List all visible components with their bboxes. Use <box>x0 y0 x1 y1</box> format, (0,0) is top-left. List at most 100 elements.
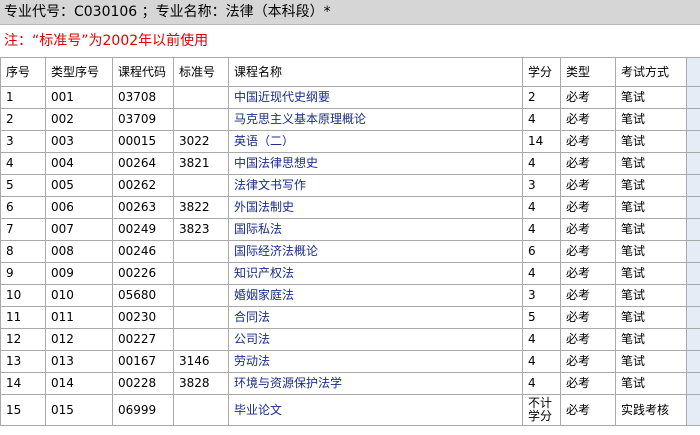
credits-cell: 5 <box>522 306 561 329</box>
exam-method-cell: 笔试 <box>615 152 687 175</box>
course-name-link[interactable]: 毕业论文 <box>228 394 523 426</box>
standard-no-cell: 3828 <box>173 372 229 395</box>
standard-no-cell <box>173 284 229 307</box>
course-name-link[interactable]: 国际经济法概论 <box>228 240 523 263</box>
type-cell: 必考 <box>560 196 616 219</box>
column-header-course-code: 课程代码 <box>112 57 174 87</box>
course-name-link[interactable]: 英语（二） <box>228 130 523 153</box>
course-name-link[interactable]: 环境与资源保护法学 <box>228 372 523 395</box>
table-edge-cell <box>686 306 700 329</box>
course-name-link[interactable]: 合同法 <box>228 306 523 329</box>
credits-cell: 4 <box>522 328 561 351</box>
standard-no-cell <box>173 108 229 131</box>
type-cell: 必考 <box>560 262 616 285</box>
type-seq-cell: 001 <box>45 86 113 109</box>
standard-no-cell: 3821 <box>173 152 229 175</box>
exam-method-cell: 笔试 <box>615 130 687 153</box>
standard-no-cell: 3022 <box>173 130 229 153</box>
table-edge-cell <box>686 262 700 285</box>
course-code-cell: 06999 <box>112 394 174 426</box>
standard-no-cell: 3823 <box>173 218 229 241</box>
seq-cell: 13 <box>0 350 46 373</box>
table-row: 4 004 00264 3821 中国法律思想史 4 必考 笔试 <box>0 152 700 175</box>
exam-method-cell: 笔试 <box>615 262 687 285</box>
table-edge-cell <box>686 284 700 307</box>
course-name-link[interactable]: 国际私法 <box>228 218 523 241</box>
exam-method-cell: 笔试 <box>615 108 687 131</box>
table-edge-cell <box>686 57 700 87</box>
course-name-link[interactable]: 公司法 <box>228 328 523 351</box>
standard-no-cell <box>173 240 229 263</box>
type-cell: 必考 <box>560 130 616 153</box>
column-header-exam-method: 考试方式 <box>615 57 687 87</box>
table-edge-cell <box>686 86 700 109</box>
standard-number-note: 注：“标准号”为2002年以前使用 <box>0 26 700 56</box>
type-seq-cell: 014 <box>45 372 113 395</box>
credits-cell: 2 <box>522 86 561 109</box>
standard-no-cell <box>173 394 229 426</box>
type-cell: 必考 <box>560 108 616 131</box>
course-name-link[interactable]: 中国近现代史纲要 <box>228 86 523 109</box>
course-name-link[interactable]: 婚姻家庭法 <box>228 284 523 307</box>
exam-method-cell: 笔试 <box>615 350 687 373</box>
major-header: 专业代号：C030106 ；专业名称：法律（本科段）* <box>0 0 700 25</box>
type-seq-cell: 006 <box>45 196 113 219</box>
table-row: 11 011 00230 合同法 5 必考 笔试 <box>0 306 700 329</box>
credits-cell: 4 <box>522 196 561 219</box>
type-seq-cell: 004 <box>45 152 113 175</box>
course-name-link[interactable]: 知识产权法 <box>228 262 523 285</box>
course-code-cell: 00015 <box>112 130 174 153</box>
exam-method-cell: 笔试 <box>615 284 687 307</box>
standard-no-cell <box>173 262 229 285</box>
standard-no-cell <box>173 328 229 351</box>
credits-cell: 6 <box>522 240 561 263</box>
table-row: 7 007 00249 3823 国际私法 4 必考 笔试 <box>0 218 700 241</box>
type-seq-cell: 010 <box>45 284 113 307</box>
type-seq-cell: 003 <box>45 130 113 153</box>
course-code-cell: 00249 <box>112 218 174 241</box>
credits-cell: 4 <box>522 218 561 241</box>
course-code-cell: 00230 <box>112 306 174 329</box>
exam-method-cell: 笔试 <box>615 328 687 351</box>
course-table-body: 序号 类型序号 课程代码 标准号 课程名称 学分 类型 考试方式 1 001 037… <box>0 57 700 426</box>
type-seq-cell: 015 <box>45 394 113 426</box>
type-seq-cell: 012 <box>45 328 113 351</box>
course-code-cell: 00262 <box>112 174 174 197</box>
course-name-link[interactable]: 劳动法 <box>228 350 523 373</box>
type-seq-cell: 007 <box>45 218 113 241</box>
credits-cell: 4 <box>522 152 561 175</box>
course-name-link[interactable]: 法律文书写作 <box>228 174 523 197</box>
credits-cell: 3 <box>522 284 561 307</box>
seq-cell: 12 <box>0 328 46 351</box>
type-cell: 必考 <box>560 152 616 175</box>
standard-no-cell: 3146 <box>173 350 229 373</box>
table-row: 8 008 00246 国际经济法概论 6 必考 笔试 <box>0 240 700 263</box>
type-seq-cell: 009 <box>45 262 113 285</box>
type-cell: 必考 <box>560 394 616 426</box>
column-header-credits: 学分 <box>522 57 561 87</box>
table-row: 10 010 05680 婚姻家庭法 3 必考 笔试 <box>0 284 700 307</box>
column-header-type-seq: 类型序号 <box>45 57 113 87</box>
seq-cell: 11 <box>0 306 46 329</box>
seq-cell: 14 <box>0 372 46 395</box>
course-name-link[interactable]: 中国法律思想史 <box>228 152 523 175</box>
exam-method-cell: 笔试 <box>615 240 687 263</box>
seq-cell: 9 <box>0 262 46 285</box>
credits-cell: 4 <box>522 372 561 395</box>
course-name-link[interactable]: 外国法制史 <box>228 196 523 219</box>
course-code-cell: 00226 <box>112 262 174 285</box>
seq-cell: 6 <box>0 196 46 219</box>
type-cell: 必考 <box>560 372 616 395</box>
table-edge-cell <box>686 130 700 153</box>
course-code-cell: 03709 <box>112 108 174 131</box>
course-code-cell: 00263 <box>112 196 174 219</box>
exam-method-cell: 笔试 <box>615 306 687 329</box>
seq-cell: 4 <box>0 152 46 175</box>
table-edge-cell <box>686 240 700 263</box>
exam-method-cell: 笔试 <box>615 218 687 241</box>
table-header-row: 序号 类型序号 课程代码 标准号 课程名称 学分 类型 考试方式 <box>0 57 700 87</box>
course-name-link[interactable]: 马克思主义基本原理概论 <box>228 108 523 131</box>
column-header-type: 类型 <box>560 57 616 87</box>
table-row: 9 009 00226 知识产权法 4 必考 笔试 <box>0 262 700 285</box>
type-cell: 必考 <box>560 218 616 241</box>
